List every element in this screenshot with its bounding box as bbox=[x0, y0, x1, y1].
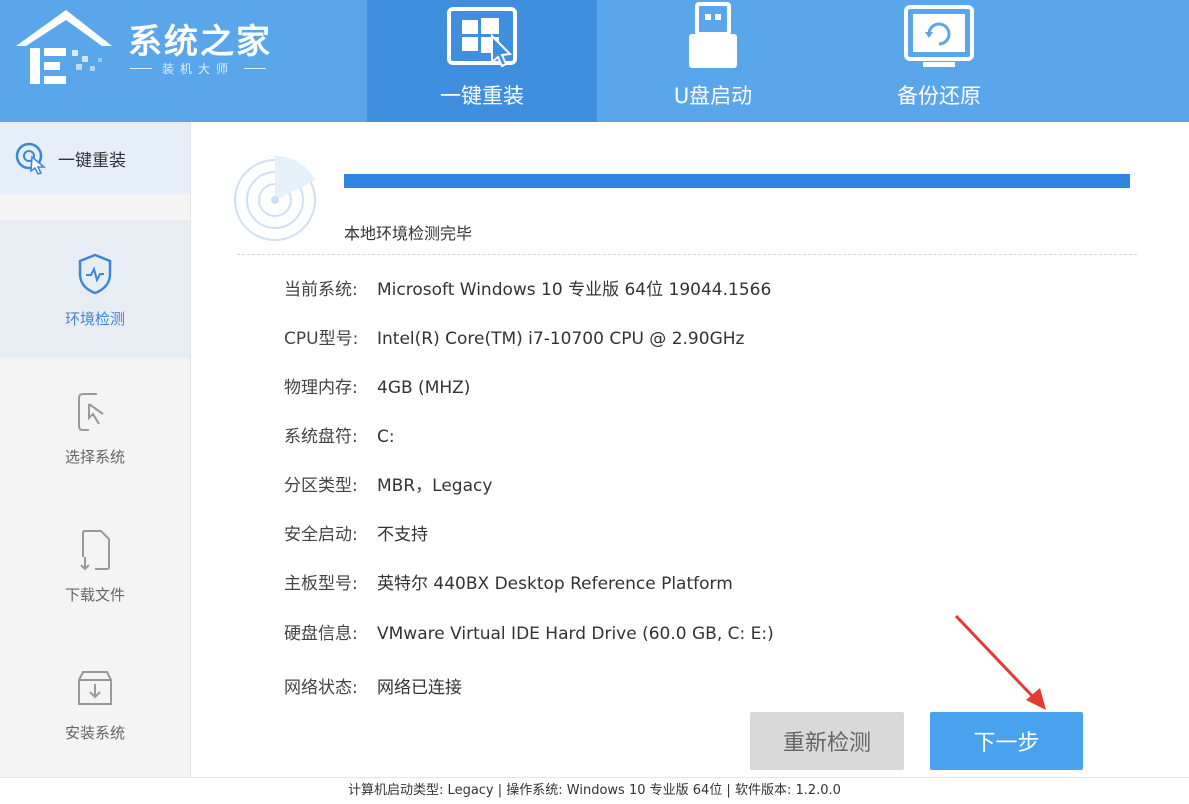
info-row-memory: 物理内存: 4GB (MHZ) bbox=[284, 373, 470, 398]
sidebar-header[interactable]: 一键重装 bbox=[0, 122, 190, 194]
info-key: 分区类型: bbox=[284, 476, 358, 496]
info-key: 当前系统: bbox=[284, 280, 358, 300]
tab-backup-restore[interactable]: 备份还原 bbox=[824, 0, 1054, 122]
windows-cursor-icon bbox=[447, 7, 517, 68]
divider bbox=[237, 254, 1137, 255]
tab-label: 一键重装 bbox=[440, 84, 524, 108]
info-row-secure-boot: 安全启动: 不支持 bbox=[284, 520, 428, 545]
info-value: MBR，Legacy bbox=[377, 476, 493, 496]
info-row-cpu: CPU型号: Intel(R) Core(TM) i7-10700 CPU @ 2… bbox=[284, 324, 744, 349]
logo-title: 系统之家 bbox=[128, 22, 272, 62]
info-row-network: 网络状态: 网络已连接 bbox=[284, 673, 462, 698]
sidebar-step-install-system[interactable]: 安装系统 bbox=[0, 634, 190, 772]
status-footer: 计算机启动类型: Legacy | 操作系统: Windows 10 专业版 6… bbox=[0, 777, 1189, 804]
step-label: 环境检测 bbox=[64, 309, 125, 328]
select-cursor-icon bbox=[78, 392, 104, 431]
sidebar-step-select-system[interactable]: 选择系统 bbox=[0, 358, 190, 496]
reinstall-icon bbox=[15, 142, 47, 175]
info-key: 硬盘信息: bbox=[284, 624, 358, 644]
info-value: Intel(R) Core(TM) i7-10700 CPU @ 2.90GHz bbox=[377, 329, 745, 349]
info-row-motherboard: 主板型号: 英特尔 440BX Desktop Reference Platfor… bbox=[284, 569, 733, 594]
info-key: 主板型号: bbox=[284, 574, 358, 594]
tab-one-key-reinstall[interactable]: 一键重装 bbox=[367, 0, 597, 122]
step-label: 下载文件 bbox=[64, 585, 125, 604]
backup-restore-icon bbox=[904, 5, 974, 67]
info-value: 4GB (MHZ) bbox=[377, 378, 471, 398]
sidebar-step-download-files[interactable]: 下载文件 bbox=[0, 496, 190, 634]
step-label: 选择系统 bbox=[64, 447, 125, 466]
next-button[interactable]: 下一步 bbox=[930, 712, 1083, 770]
house-logo-icon bbox=[16, 10, 112, 84]
logo-subtitle: 装机大师 bbox=[130, 60, 267, 77]
info-value: Microsoft Windows 10 专业版 64位 19044.1566 bbox=[377, 280, 772, 300]
info-key: 安全启动: bbox=[284, 525, 358, 545]
retest-button[interactable]: 重新检测 bbox=[750, 712, 904, 770]
tab-label: U盘启动 bbox=[673, 84, 753, 108]
top-bar: 系统之家 装机大师 一键重装 U盘启动 备份还原 bbox=[0, 0, 1189, 122]
info-value: 英特尔 440BX Desktop Reference Platform bbox=[377, 574, 733, 594]
info-key: CPU型号: bbox=[284, 329, 359, 349]
sidebar-header-label: 一键重装 bbox=[58, 150, 126, 171]
info-key: 物理内存: bbox=[284, 378, 358, 398]
sidebar-step-env-check[interactable]: 环境检测 bbox=[0, 220, 190, 358]
app-logo: 系统之家 装机大师 bbox=[0, 0, 300, 122]
info-value: VMware Virtual IDE Hard Drive (60.0 GB, … bbox=[377, 624, 774, 644]
info-value: 不支持 bbox=[377, 525, 428, 545]
step-label: 安装系统 bbox=[64, 723, 125, 742]
detection-progress-bar bbox=[344, 174, 1130, 188]
radar-scan-icon bbox=[234, 155, 316, 241]
usb-drive-icon bbox=[689, 2, 737, 68]
tab-usb-boot[interactable]: U盘启动 bbox=[598, 0, 828, 122]
info-key: 网络状态: bbox=[284, 678, 358, 698]
detection-status-text: 本地环境检测完毕 bbox=[344, 224, 473, 243]
install-box-icon bbox=[78, 670, 112, 705]
info-row-current-system: 当前系统: Microsoft Windows 10 专业版 64位 19044.… bbox=[284, 275, 771, 300]
shield-check-icon bbox=[78, 253, 112, 294]
download-file-icon bbox=[80, 529, 110, 570]
annotation-arrow-icon bbox=[954, 614, 1046, 710]
info-key: 系统盘符: bbox=[284, 427, 358, 447]
info-row-partition-type: 分区类型: MBR，Legacy bbox=[284, 471, 492, 496]
info-row-system-drive: 系统盘符: C: bbox=[284, 422, 395, 447]
sidebar: 一键重装 环境检测 选择系统 下载文件 安装系统 bbox=[0, 122, 191, 777]
info-value: C: bbox=[377, 427, 395, 447]
info-row-disk: 硬盘信息: VMware Virtual IDE Hard Drive (60.0… bbox=[284, 619, 774, 644]
info-value: 网络已连接 bbox=[377, 678, 462, 698]
tab-label: 备份还原 bbox=[897, 84, 981, 108]
